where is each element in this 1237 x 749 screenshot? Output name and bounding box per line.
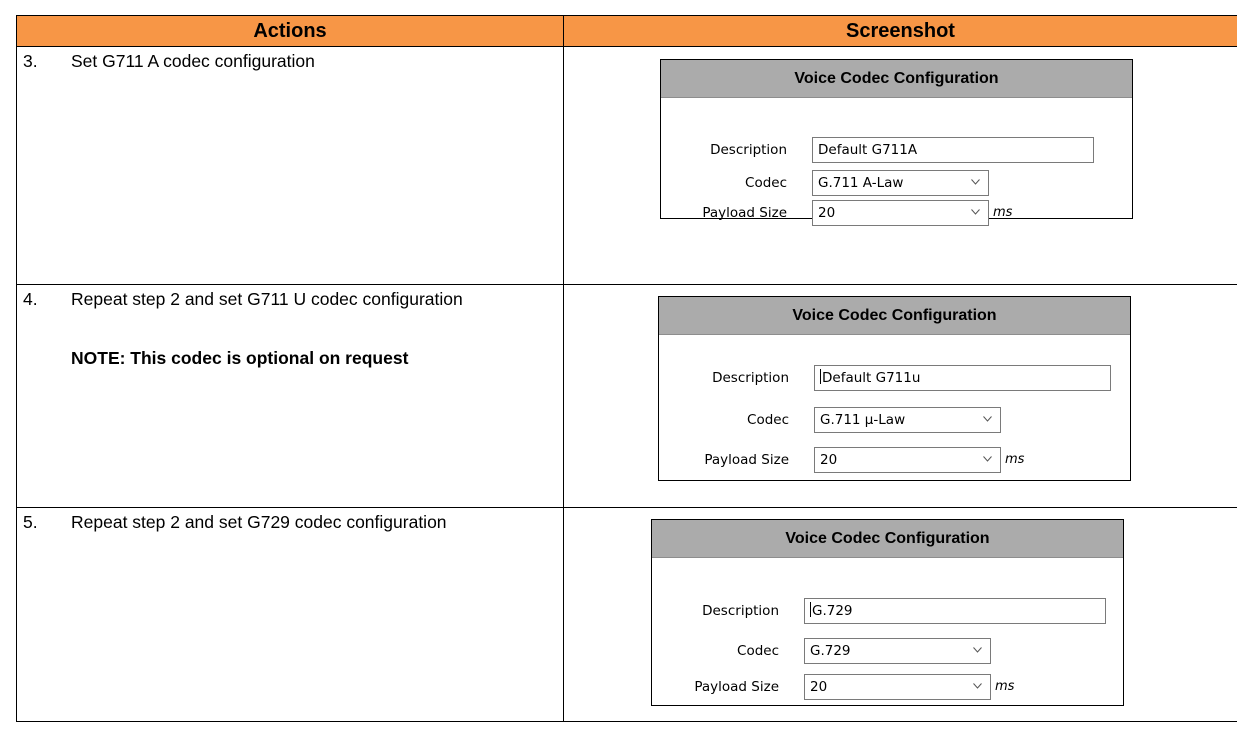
table-row: 3. Set G711 A codec configuration Voice …: [16, 46, 1237, 285]
payload-size-select[interactable]: 20: [804, 674, 991, 700]
step-text: Repeat step 2 and set G711 U codec confi…: [71, 289, 463, 309]
table-row: 5. Repeat step 2 and set G729 codec conf…: [16, 507, 1237, 722]
payload-size-value: 20: [818, 205, 836, 221]
payload-size-label: Payload Size: [694, 679, 779, 695]
chevron-down-icon: [983, 456, 992, 462]
codec-select[interactable]: G.729: [804, 638, 991, 664]
panel-title: Voice Codec Configuration: [659, 297, 1130, 335]
payload-unit: ms: [1005, 452, 1025, 467]
description-value: Default G711A: [818, 142, 918, 158]
panel-title: Voice Codec Configuration: [661, 60, 1132, 98]
codec-select[interactable]: G.711 A-Law: [812, 170, 989, 196]
actions-column-header: Actions: [16, 15, 564, 47]
voice-codec-config-panel: Voice Codec Configuration Description G.…: [651, 519, 1124, 706]
description-field[interactable]: Default G711A: [812, 137, 1094, 163]
description-value: Default G711u: [822, 370, 921, 386]
codec-value: G.729: [810, 643, 851, 659]
chevron-down-icon: [971, 209, 980, 215]
codec-select[interactable]: G.711 µ-Law: [814, 407, 1001, 433]
voice-codec-config-panel: Voice Codec Configuration Description De…: [660, 59, 1133, 226]
step-number: 3.: [23, 51, 38, 71]
payload-size-value: 20: [820, 452, 838, 468]
codec-label: Codec: [747, 412, 789, 428]
text-cursor: [810, 602, 811, 617]
step-number: 5.: [23, 512, 38, 532]
description-label: Description: [702, 603, 779, 619]
codec-label: Codec: [745, 175, 787, 191]
payload-size-value: 20: [810, 679, 828, 695]
payload-size-select[interactable]: 20: [812, 200, 989, 226]
action-cell: 4. Repeat step 2 and set G711 U codec co…: [16, 284, 564, 508]
step-text: Repeat step 2 and set G729 codec configu…: [71, 512, 447, 532]
codec-value: G.711 µ-Law: [820, 412, 906, 428]
payload-size-select[interactable]: 20: [814, 447, 1001, 473]
table-row: 4. Repeat step 2 and set G711 U codec co…: [16, 284, 1237, 508]
actions-screenshot-table: Actions Screenshot 3. Set G711 A codec c…: [16, 15, 1237, 722]
description-value: G.729: [812, 603, 853, 619]
codec-value: G.711 A-Law: [818, 175, 904, 191]
screenshot-cell: Voice Codec Configuration Description G.…: [563, 507, 1237, 722]
step-note: NOTE: This codec is optional on request: [71, 348, 409, 368]
chevron-down-icon: [973, 683, 982, 689]
step-number: 4.: [23, 289, 38, 309]
codec-label: Codec: [737, 643, 779, 659]
screenshot-cell: Voice Codec Configuration Description De…: [563, 46, 1237, 285]
payload-size-label: Payload Size: [704, 452, 789, 468]
table-header-row: Actions Screenshot: [16, 15, 1237, 47]
payload-size-label: Payload Size: [702, 205, 787, 221]
voice-codec-config-panel: Voice Codec Configuration Description De…: [658, 296, 1131, 481]
description-label: Description: [712, 370, 789, 386]
panel-title: Voice Codec Configuration: [652, 520, 1123, 558]
screenshot-column-header: Screenshot: [563, 15, 1237, 47]
text-cursor: [820, 369, 821, 384]
description-field[interactable]: G.729: [804, 598, 1106, 624]
chevron-down-icon: [973, 647, 982, 653]
chevron-down-icon: [983, 416, 992, 422]
action-cell: 5. Repeat step 2 and set G729 codec conf…: [16, 507, 564, 722]
screenshot-cell: Voice Codec Configuration Description De…: [563, 284, 1237, 508]
chevron-down-icon: [971, 179, 980, 185]
payload-unit: ms: [993, 205, 1013, 220]
action-cell: 3. Set G711 A codec configuration: [16, 46, 564, 285]
payload-unit: ms: [995, 679, 1015, 694]
step-text: Set G711 A codec configuration: [71, 51, 315, 71]
description-field[interactable]: Default G711u: [814, 365, 1111, 391]
description-label: Description: [710, 142, 787, 158]
